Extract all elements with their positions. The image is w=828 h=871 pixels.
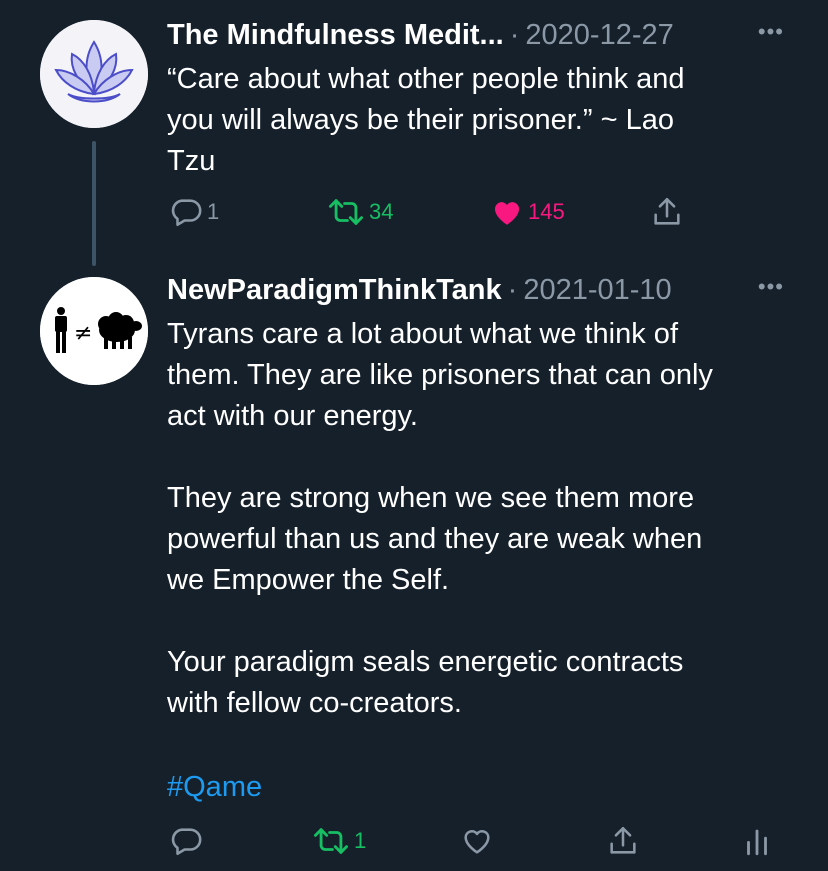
- reply-icon: [171, 199, 202, 227]
- person-not-equal-sheep-icon: ≠: [40, 277, 148, 385]
- tweet-header: The Mindfulness Medit... · 2020-12-27 ••…: [167, 15, 828, 55]
- analytics-icon: [747, 829, 767, 856]
- share-button[interactable]: [650, 195, 684, 229]
- avatar-newparadigm[interactable]: ≠: [40, 277, 148, 385]
- heart-outline-icon: [464, 830, 490, 854]
- retweet-count: 34: [369, 199, 394, 224]
- avatar-mindfulness[interactable]: [40, 20, 148, 128]
- separator-dot: ·: [507, 273, 518, 306]
- author-name[interactable]: NewParadigmThinkTank: [167, 274, 502, 307]
- lotus-icon: [40, 20, 148, 128]
- thread-line: [92, 141, 96, 266]
- retweet-button[interactable]: 1: [312, 824, 366, 858]
- like-button[interactable]: 145: [490, 195, 565, 229]
- tweet-actions: 1 34 145: [167, 195, 828, 235]
- tweet-actions: 1: [167, 824, 828, 864]
- analytics-button[interactable]: [742, 824, 772, 858]
- reply-icon: [171, 828, 202, 856]
- retweet-button[interactable]: 34: [327, 195, 393, 229]
- retweet-count: 1: [354, 828, 367, 853]
- reply-button[interactable]: [169, 824, 203, 858]
- share-button[interactable]: [606, 824, 640, 858]
- hashtag-link[interactable]: #Qame: [167, 767, 807, 808]
- retweet-icon: [328, 199, 363, 225]
- share-icon: [610, 826, 636, 854]
- like-count: 145: [528, 199, 565, 224]
- separator-dot: ·: [509, 18, 520, 51]
- tweet-date[interactable]: 2021-01-10: [523, 274, 671, 307]
- more-options-icon[interactable]: •••: [758, 19, 784, 45]
- reply-count: 1: [207, 199, 220, 224]
- tweet-text: “Care about what other people think and …: [167, 63, 685, 177]
- like-button[interactable]: [460, 824, 494, 858]
- reply-button[interactable]: 1: [169, 195, 219, 229]
- tweet-2[interactable]: ≠ NewParadigmThinkTank · 2021-01-10 ••• …: [0, 260, 828, 871]
- tweet-date[interactable]: 2020-12-27: [525, 19, 673, 52]
- share-icon: [654, 197, 680, 225]
- tweet-1[interactable]: The Mindfulness Medit... · 2020-12-27 ••…: [0, 0, 828, 266]
- author-name[interactable]: The Mindfulness Medit...: [167, 19, 504, 52]
- heart-filled-icon: [494, 202, 520, 225]
- tweet-header: NewParadigmThinkTank · 2021-01-10 •••: [167, 270, 828, 310]
- retweet-icon: [313, 828, 348, 854]
- tweet-text: Tyrans care a lot about what we think of…: [167, 318, 713, 719]
- svg-text:≠: ≠: [74, 321, 92, 346]
- more-options-icon[interactable]: •••: [758, 274, 784, 300]
